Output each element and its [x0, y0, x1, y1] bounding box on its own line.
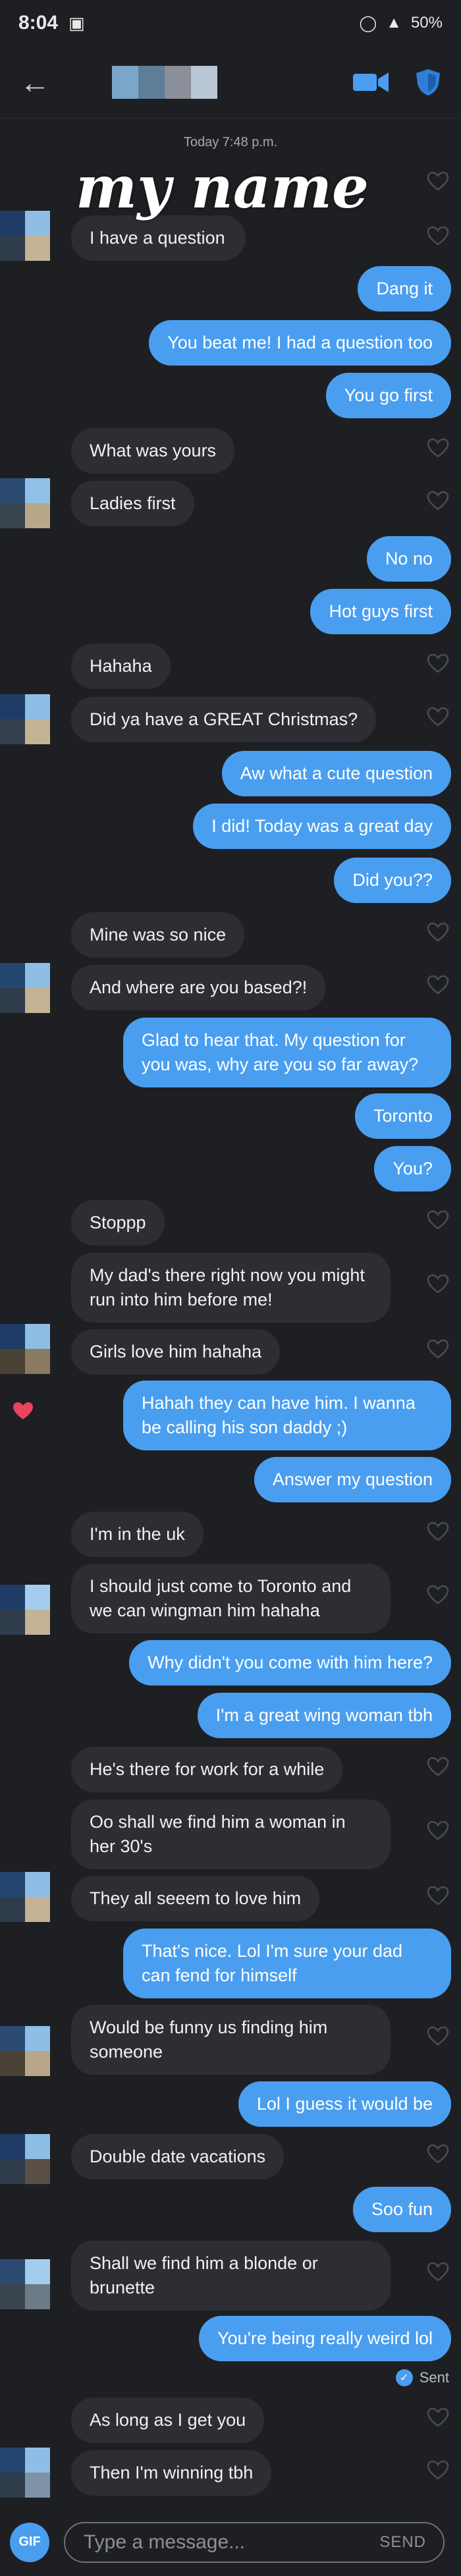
- avatar[interactable]: [0, 211, 50, 261]
- like-heart-icon[interactable]: [427, 2407, 449, 2427]
- message-incoming[interactable]: They all seeem to love him: [71, 1876, 320, 1921]
- avatar[interactable]: [0, 2134, 50, 2184]
- chat-header: ←: [0, 46, 461, 119]
- message-incoming[interactable]: My dad's there right now you might run i…: [71, 1253, 391, 1323]
- message-incoming[interactable]: Then I'm winning tbh: [71, 2450, 272, 2496]
- message-incoming[interactable]: Oo shall we find him a woman in her 30's: [71, 1799, 391, 1869]
- signal-icon: ▲: [386, 14, 402, 32]
- like-heart-icon[interactable]: [427, 2144, 449, 2164]
- message-outgoing[interactable]: Did you??: [334, 858, 451, 903]
- liked-heart-icon[interactable]: [12, 1401, 34, 1421]
- battery-percent: 50%: [410, 14, 443, 32]
- message-outgoing[interactable]: You go first: [325, 373, 451, 418]
- sent-label: Sent: [419, 2369, 449, 2386]
- message-incoming[interactable]: Hahaha: [71, 644, 171, 689]
- like-heart-icon[interactable]: [427, 438, 449, 458]
- avatar[interactable]: [0, 2448, 50, 2498]
- message-incoming[interactable]: Did ya have a GREAT Christmas?: [71, 697, 377, 742]
- message-outgoing[interactable]: That's nice. Lol I'm sure your dad can f…: [123, 1929, 451, 1998]
- message-incoming[interactable]: Double date vacations: [71, 2134, 285, 2179]
- message-incoming[interactable]: Mine was so nice: [71, 912, 245, 958]
- message-input-wrapper: SEND: [64, 2521, 445, 2563]
- message-incoming[interactable]: As long as I get you: [71, 2398, 265, 2443]
- message-outgoing[interactable]: Why didn't you come with him here?: [129, 1640, 451, 1685]
- like-heart-icon[interactable]: [427, 2262, 449, 2282]
- avatar[interactable]: [112, 65, 217, 99]
- message-outgoing[interactable]: Toronto: [354, 1093, 451, 1139]
- like-heart-icon[interactable]: [427, 653, 449, 673]
- send-button[interactable]: SEND: [379, 2533, 426, 2552]
- message-incoming[interactable]: Stoppp: [71, 1200, 165, 1246]
- like-heart-icon[interactable]: [427, 171, 449, 191]
- message-incoming[interactable]: Shall we find him a blonde or brunette: [71, 2241, 391, 2311]
- like-heart-icon[interactable]: [427, 1339, 449, 1359]
- name-overlay-text: my name: [76, 153, 369, 221]
- message-outgoing[interactable]: Answer my question: [254, 1457, 451, 1502]
- like-heart-icon[interactable]: [427, 2026, 449, 2046]
- message-outgoing[interactable]: Dang it: [358, 266, 451, 312]
- like-heart-icon[interactable]: [427, 1521, 449, 1541]
- like-heart-icon[interactable]: [427, 1210, 449, 1230]
- wifi-icon: ◯: [359, 14, 377, 32]
- message-input[interactable]: [82, 2530, 380, 2554]
- message-outgoing[interactable]: Soo fun: [352, 2187, 451, 2232]
- like-heart-icon[interactable]: [427, 2460, 449, 2480]
- message-outgoing[interactable]: I'm a great wing woman tbh: [197, 1693, 451, 1738]
- message-incoming[interactable]: I should just come to Toronto and we can…: [71, 1564, 391, 1633]
- shield-icon[interactable]: [415, 68, 441, 97]
- like-heart-icon[interactable]: [427, 491, 449, 510]
- avatar[interactable]: [0, 963, 50, 1013]
- avatar[interactable]: [0, 1324, 50, 1374]
- message-incoming[interactable]: I'm in the uk: [71, 1512, 203, 1557]
- message-incoming[interactable]: Ladies first: [71, 481, 194, 526]
- avatar[interactable]: [0, 478, 50, 528]
- message-incoming[interactable]: Would be funny us finding him someone: [71, 2005, 391, 2075]
- gallery-notification-icon: ▣: [68, 13, 85, 33]
- like-heart-icon[interactable]: [427, 922, 449, 942]
- message-outgoing[interactable]: Lol I guess it would be: [238, 2081, 451, 2127]
- like-heart-icon[interactable]: [427, 1821, 449, 1840]
- gif-button[interactable]: GIF: [10, 2522, 49, 2562]
- message-outgoing[interactable]: You're being really weird lol: [199, 2316, 451, 2361]
- avatar[interactable]: [0, 2026, 50, 2076]
- like-heart-icon[interactable]: [427, 1274, 449, 1294]
- message-outgoing[interactable]: You beat me! I had a question too: [149, 320, 451, 366]
- message-incoming[interactable]: He's there for work for a while: [71, 1747, 343, 1792]
- avatar[interactable]: [0, 1872, 50, 1922]
- status-time: 8:04: [18, 12, 59, 34]
- message-incoming[interactable]: Girls love him hahaha: [71, 1329, 281, 1375]
- message-incoming[interactable]: I have a question: [71, 215, 246, 261]
- sent-indicator: ✓ Sent: [395, 2369, 449, 2386]
- message-outgoing[interactable]: I did! Today was a great day: [193, 804, 451, 849]
- avatar[interactable]: [0, 2259, 50, 2309]
- message-outgoing[interactable]: Hahah they can have him. I wanna be call…: [123, 1381, 451, 1450]
- status-bar: 8:04 ▣ ◯ ▲ 50%: [0, 0, 461, 46]
- message-incoming[interactable]: What was yours: [71, 428, 235, 474]
- day-timestamp: Today 7:48 p.m.: [183, 135, 278, 150]
- message-outgoing[interactable]: You?: [374, 1146, 451, 1192]
- message-outgoing[interactable]: No no: [366, 536, 451, 582]
- like-heart-icon[interactable]: [427, 975, 449, 995]
- message-outgoing[interactable]: Aw what a cute question: [221, 751, 451, 796]
- status-right: ◯ ▲ 50%: [359, 14, 443, 33]
- like-heart-icon[interactable]: [427, 1585, 449, 1604]
- like-heart-icon[interactable]: [427, 1886, 449, 1905]
- check-icon: ✓: [395, 2369, 413, 2386]
- message-incoming[interactable]: And where are you based?!: [71, 965, 326, 1010]
- video-call-icon[interactable]: [353, 71, 389, 94]
- message-composer: GIF SEND: [0, 2508, 461, 2576]
- message-outgoing[interactable]: Glad to hear that. My question for you w…: [123, 1018, 451, 1087]
- avatar[interactable]: [0, 694, 50, 744]
- like-heart-icon[interactable]: [427, 707, 449, 726]
- avatar[interactable]: [0, 1585, 50, 1635]
- like-heart-icon[interactable]: [427, 226, 449, 246]
- back-arrow-icon[interactable]: ←: [20, 65, 59, 100]
- like-heart-icon[interactable]: [427, 1757, 449, 1776]
- message-outgoing[interactable]: Hot guys first: [310, 589, 451, 634]
